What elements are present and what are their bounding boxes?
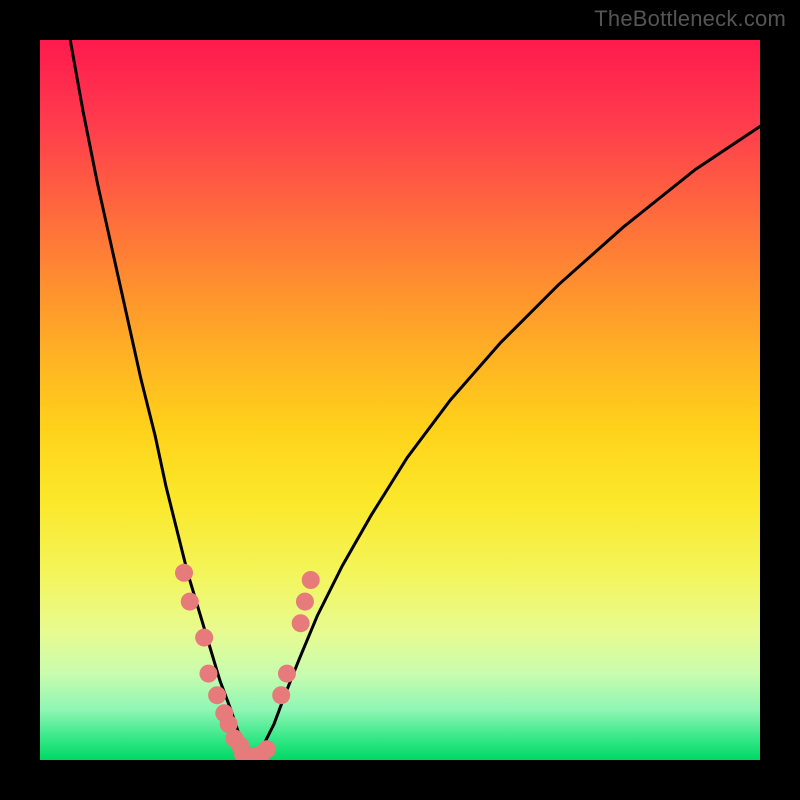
watermark-text: TheBottleneck.com: [594, 6, 786, 32]
right-cluster-dot: [302, 571, 320, 589]
right-cluster-dot: [292, 614, 310, 632]
left-cluster-dot: [181, 593, 199, 611]
chart-overlay: [40, 40, 760, 760]
curve-left-curve: [70, 40, 256, 760]
right-cluster-dot: [296, 593, 314, 611]
bottom-cluster-dot: [258, 740, 276, 758]
right-cluster-dot: [272, 686, 290, 704]
left-cluster-dot: [208, 686, 226, 704]
chart-frame: TheBottleneck.com: [0, 0, 800, 800]
left-cluster-dot: [175, 564, 193, 582]
right-cluster-dot: [278, 665, 296, 683]
chart-curves: [70, 40, 760, 760]
curve-right-curve: [256, 126, 760, 760]
left-cluster-dot: [195, 629, 213, 647]
left-cluster-dot: [199, 665, 217, 683]
